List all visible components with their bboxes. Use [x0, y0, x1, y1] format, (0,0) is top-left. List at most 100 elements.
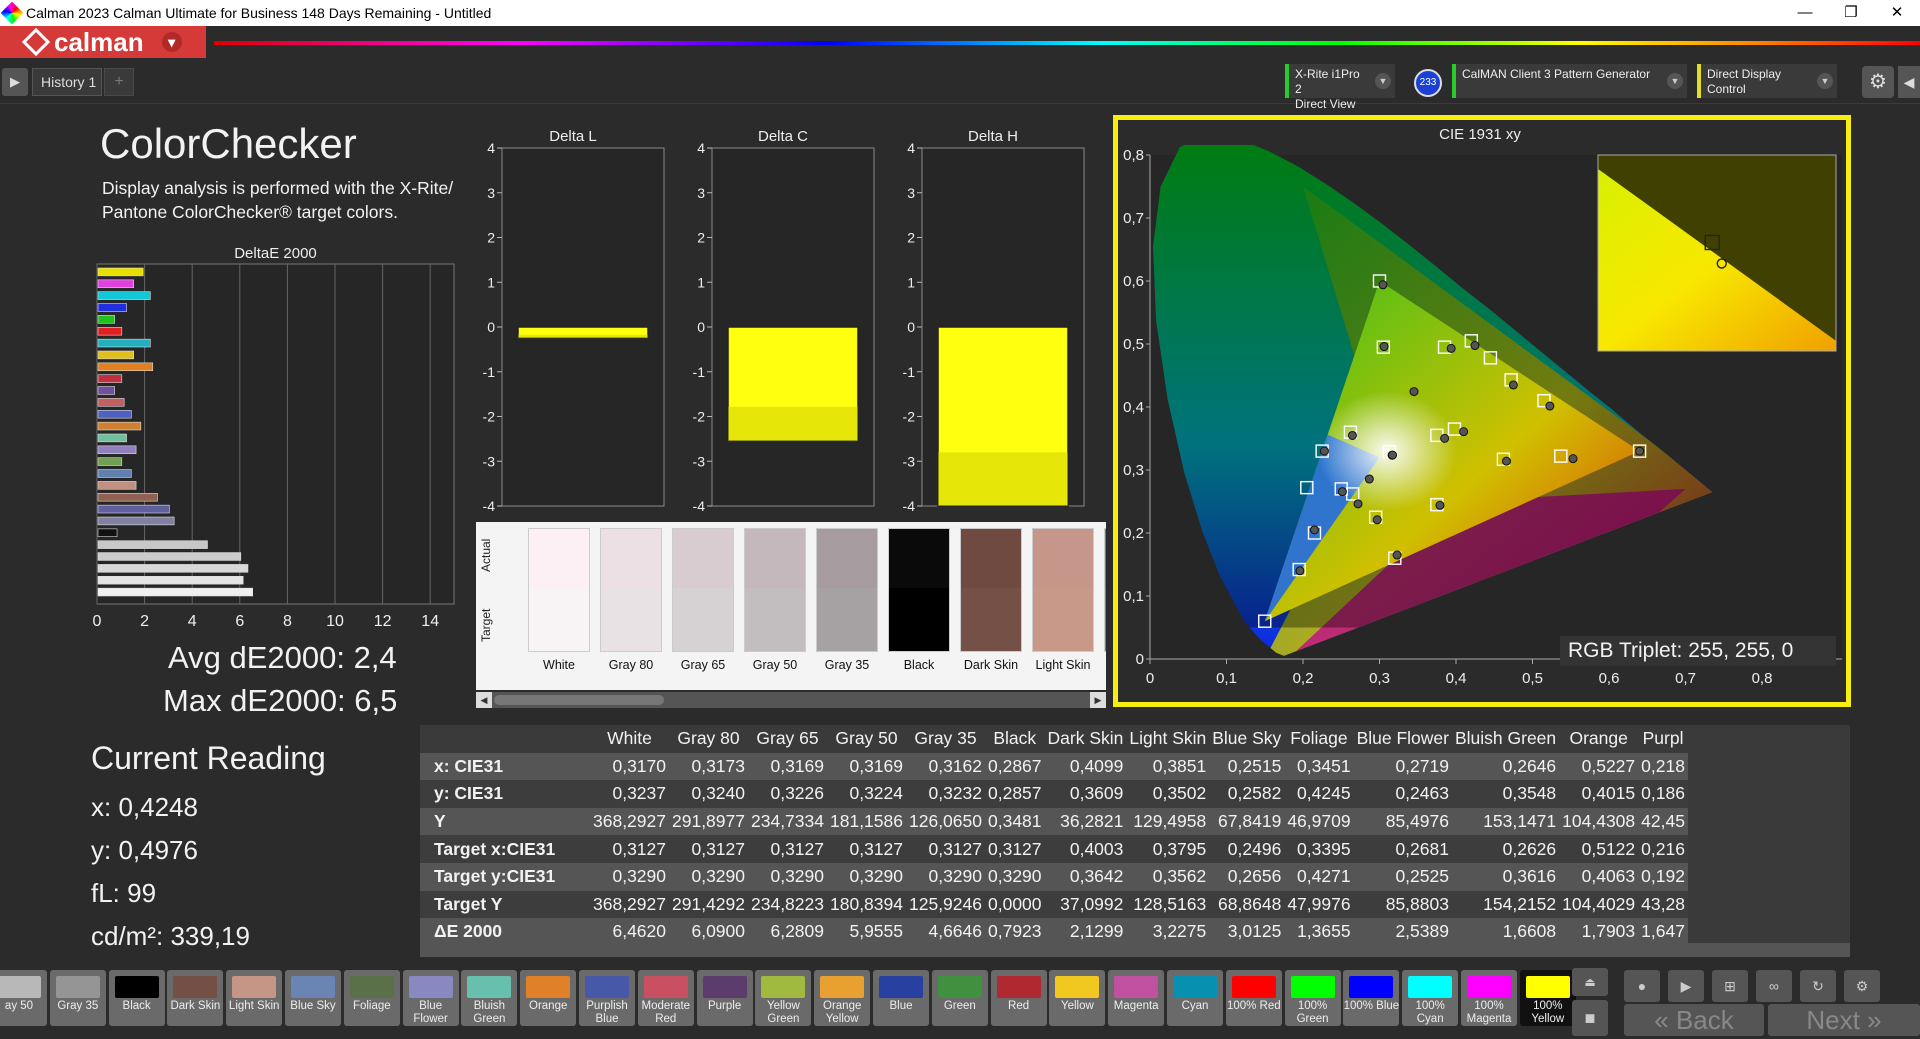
display-control-selector[interactable]: Direct Display Control ▼ — [1697, 64, 1837, 98]
calman-menu-button[interactable]: calman ▾ — [0, 26, 206, 58]
play-icon[interactable]: ▶ — [1668, 970, 1704, 1002]
swatch-light-skin[interactable]: Light Skin — [1032, 528, 1094, 674]
table-column-header: Gray 65 — [756, 728, 819, 749]
table-cell: 0,2515 — [1209, 752, 1285, 781]
patch-button[interactable]: Purple — [696, 970, 753, 1026]
patch-button[interactable]: Yellow — [1049, 970, 1106, 1026]
measure-icon[interactable]: ⊞ — [1712, 970, 1748, 1002]
loop-icon[interactable]: ∞ — [1756, 970, 1792, 1002]
table-cell: 85,8803 — [1353, 890, 1452, 919]
patch-button[interactable]: Moderate Red — [637, 970, 694, 1026]
add-tab-button[interactable]: + — [104, 68, 134, 96]
swatch-gray-50[interactable]: Gray 50 — [744, 528, 806, 674]
swatch-black[interactable]: Black — [888, 528, 950, 674]
swatch-gray-65[interactable]: Gray 65 — [672, 528, 734, 674]
meter-selector[interactable]: X-Rite i1Pro 2 Direct View ▼ — [1285, 64, 1395, 111]
patch-button[interactable]: Red — [990, 970, 1047, 1026]
table-cell: 153,1471 — [1451, 807, 1560, 836]
scroll-thumb[interactable] — [494, 695, 664, 705]
swatch-gray-35[interactable]: Gray 35 — [816, 528, 878, 674]
scroll-right-icon[interactable]: ▶ — [1090, 692, 1106, 708]
swatch-label: Gray 65 — [680, 658, 726, 672]
delta-y-tick: 2 — [697, 230, 705, 246]
table-cell: 46,9709 — [1284, 807, 1354, 836]
play-icon[interactable]: ▶ — [2, 68, 28, 96]
table-cell: 0,2719 — [1353, 752, 1452, 781]
calman-window: Calman 2023 Calman Ultimate for Business… — [0, 0, 1920, 1039]
next-button[interactable]: Next » — [1768, 1004, 1920, 1036]
stop-icon[interactable]: ● — [1624, 970, 1660, 1002]
swatch-blue[interactable]: Blue — [1104, 528, 1106, 674]
patch-label: Blue Sky — [290, 1000, 336, 1012]
table-scrollbar[interactable] — [420, 943, 1850, 957]
table-cell: 0,3562 — [1126, 862, 1210, 891]
patch-button[interactable]: Green — [931, 970, 988, 1026]
deltae-bar — [97, 564, 249, 573]
eject-icon[interactable]: ⏏ — [1572, 968, 1608, 996]
restore-button[interactable]: ❐ — [1828, 0, 1874, 26]
minimize-button[interactable]: — — [1782, 0, 1828, 26]
patch-button[interactable]: Dark Skin — [167, 970, 224, 1026]
deltae-bar — [97, 338, 151, 348]
table-cell: 0,2681 — [1353, 835, 1452, 863]
table-cell: 104,4029 — [1559, 890, 1639, 919]
patch-button[interactable]: Blue Flower — [402, 970, 459, 1026]
patch-button[interactable]: Blue Sky — [285, 970, 341, 1026]
collapse-panel-icon[interactable]: ◀ — [1898, 66, 1920, 98]
refresh-icon[interactable]: ↻ — [1800, 970, 1836, 1002]
patch-button[interactable]: Cyan — [1167, 970, 1223, 1026]
table-cell: 4,6646 — [906, 918, 985, 943]
patch-button[interactable]: 100% Cyan — [1402, 970, 1459, 1026]
close-button[interactable]: ✕ — [1874, 0, 1920, 26]
swatch-scrollbar[interactable]: ◀ ▶ — [476, 692, 1106, 708]
avg-de2000: Avg dE2000: 2,4 — [168, 640, 397, 675]
patch-label: 100% Red — [1226, 1000, 1281, 1012]
deltae-bar — [97, 409, 132, 419]
patch-button[interactable]: Gray 35 — [49, 970, 106, 1026]
gear-icon[interactable]: ⚙ — [1862, 66, 1894, 98]
pattern-generator-selector[interactable]: CalMAN Client 3 Pattern Generator ▼ — [1452, 64, 1687, 98]
patch-button[interactable]: ay 50 — [0, 970, 47, 1026]
patch-button[interactable]: Magenta — [1108, 970, 1165, 1026]
stop-button[interactable]: ■ — [1572, 1000, 1608, 1036]
scroll-left-icon[interactable]: ◀ — [476, 692, 492, 708]
patch-button[interactable]: 100% Magenta — [1461, 970, 1517, 1026]
patch-button[interactable]: Blue — [873, 970, 929, 1026]
patch-color — [996, 976, 1041, 998]
swatch-gray-80[interactable]: Gray 80 — [600, 528, 662, 674]
patch-color — [291, 976, 335, 998]
back-button[interactable]: « Back — [1624, 1004, 1764, 1036]
patch-button[interactable]: Yellow Green — [755, 970, 812, 1026]
swatch-dark-skin[interactable]: Dark Skin — [960, 528, 1022, 674]
row-label: Target x:CIE31 — [420, 835, 590, 863]
patch-button[interactable]: Bluish Green — [461, 970, 518, 1026]
patch-button[interactable]: Orange — [520, 970, 577, 1026]
delta-y-tick: -3 — [903, 453, 916, 469]
meter-badge[interactable]: 233 — [1414, 69, 1442, 97]
patch-button[interactable]: Purplish Blue — [579, 970, 635, 1026]
tab-history[interactable]: History 1 — [32, 68, 102, 96]
settings-icon[interactable]: ⚙ — [1844, 970, 1880, 1002]
patch-label: Moderate Red — [641, 1000, 691, 1025]
patch-button[interactable]: Orange Yellow — [814, 970, 871, 1026]
patch-button[interactable]: Light Skin — [226, 970, 283, 1026]
table-cell: 0,4271 — [1284, 862, 1354, 891]
patch-color — [702, 976, 747, 998]
table-column-header: Blue Flower — [1356, 728, 1449, 749]
delta-y-tick: 3 — [697, 185, 705, 201]
patch-button[interactable]: 100% Green — [1284, 970, 1341, 1026]
patch-button[interactable]: Foliage — [343, 970, 400, 1026]
cie-actual-marker — [1309, 525, 1319, 535]
table-cell: 3,2275 — [1126, 918, 1210, 943]
patch-button[interactable]: Black — [108, 970, 165, 1026]
swatch-white[interactable]: White — [528, 528, 590, 674]
swatch-label: Gray 50 — [752, 658, 798, 672]
patch-button[interactable]: 100% Yellow — [1519, 970, 1576, 1026]
deltae-bar — [97, 421, 142, 431]
patch-button[interactable]: 100% Blue — [1343, 970, 1400, 1026]
table-cell: 0,216 — [1638, 835, 1688, 863]
patch-button[interactable]: 100% Red — [1225, 970, 1282, 1026]
patch-label: Purplish Blue — [586, 1000, 628, 1025]
patch-color — [232, 976, 277, 998]
deltae-chart-title: DeltaE 2000 — [234, 245, 317, 262]
